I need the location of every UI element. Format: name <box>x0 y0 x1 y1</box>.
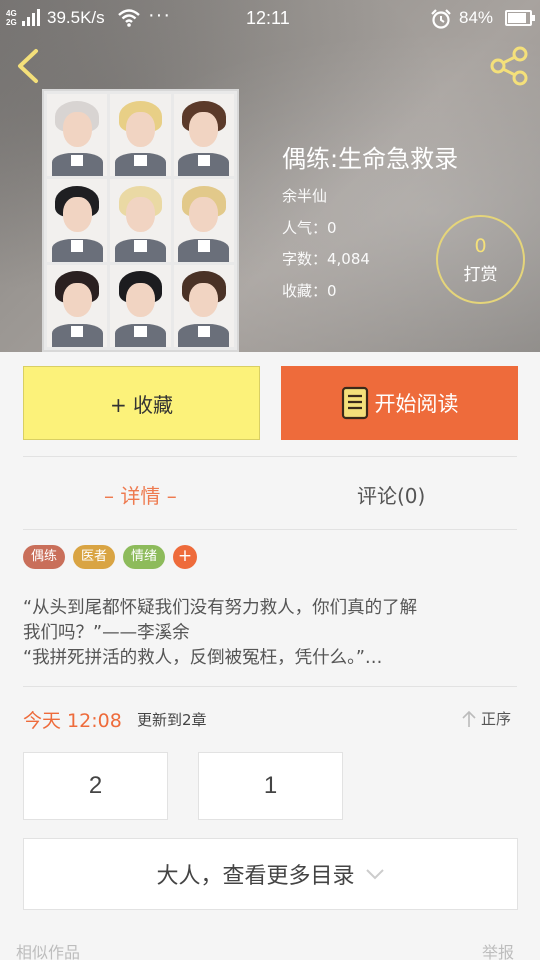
tag-item[interactable]: 偶练 <box>23 545 66 569</box>
sort-button[interactable]: 正序 <box>460 708 511 729</box>
cover-portrait <box>47 179 108 262</box>
clock: 12:11 <box>246 8 290 28</box>
signal-icon <box>22 9 40 26</box>
tag-item[interactable]: 情绪 <box>123 545 166 569</box>
divider <box>23 456 517 457</box>
start-reading-label: 开始阅读 <box>374 392 459 416</box>
alarm-icon <box>431 9 451 29</box>
tab-details[interactable]: – 详情 – <box>104 480 177 509</box>
report-link[interactable]: 举报 <box>482 939 514 960</box>
start-reading-button[interactable]: 开始阅读 <box>281 366 518 440</box>
sort-label: 正序 <box>481 710 512 728</box>
divider <box>23 529 517 530</box>
arrow-up-icon <box>462 710 476 727</box>
cover-portrait <box>110 94 171 177</box>
update-time: 今天 12:08 <box>23 710 122 732</box>
tip-button[interactable]: 0 打赏 <box>436 215 525 304</box>
tag-list: 偶练 医者 情绪 + <box>23 545 198 569</box>
network-indicator: 4G 2G <box>6 7 42 29</box>
book-title: 偶练:生命急救录 <box>282 145 459 173</box>
tag-item[interactable]: 医者 <box>73 545 116 569</box>
update-text: 更新到2章 <box>137 711 207 729</box>
book-word-count: 字数：4,084 <box>282 250 370 268</box>
book-cover[interactable] <box>42 89 239 352</box>
back-button[interactable] <box>12 46 48 86</box>
more-notifications: ··· <box>148 4 171 26</box>
description-line: “从头到尾都怀疑我们没有努力救人，你们真的了解 <box>23 598 418 618</box>
cover-portrait <box>173 94 234 177</box>
description-line: 我们吗？”——李溪余 <box>23 623 190 643</box>
tab-comments[interactable]: 评论(0) <box>357 480 425 509</box>
tip-count: 0 <box>474 235 487 257</box>
book-header: 4G 2G 39.5K/s ··· 12:11 84% 偶练:生命急救录 余半仙… <box>0 0 540 352</box>
add-favorite-button[interactable]: + 收藏 <box>23 366 260 440</box>
cover-portrait <box>47 94 108 177</box>
cover-portrait <box>110 179 171 262</box>
book-popularity: 人气：0 <box>282 219 337 237</box>
network-label-bottom: 2G <box>6 18 17 27</box>
wifi-icon <box>118 9 140 27</box>
cover-portrait <box>173 264 234 347</box>
tip-label: 打赏 <box>463 265 498 285</box>
book-icon <box>341 386 368 420</box>
description-line: “我拼死拼活的救人，反倒被冤枉，凭什么。”… <box>23 648 383 668</box>
share-button[interactable] <box>488 44 532 88</box>
status-bar: 4G 2G 39.5K/s ··· 12:11 84% <box>0 0 540 38</box>
cover-portrait <box>110 264 171 347</box>
book-author[interactable]: 余半仙 <box>282 185 327 206</box>
book-description[interactable]: “从头到尾都怀疑我们没有努力救人，你们真的了解 我们吗？”——李溪余 “我拼死拼… <box>23 596 518 671</box>
cover-portrait <box>47 264 108 347</box>
more-catalog-button[interactable]: 大人，查看更多目录 <box>23 838 518 910</box>
more-catalog-label: 大人，查看更多目录 <box>156 864 355 889</box>
add-tag-button[interactable]: + <box>173 545 198 569</box>
cover-portrait <box>173 179 234 262</box>
network-speed: 39.5K/s <box>47 8 105 27</box>
chapter-button[interactable]: 1 <box>198 752 343 820</box>
similar-works-heading: 相似作品 <box>16 943 81 960</box>
network-label-top: 4G <box>6 9 17 18</box>
divider <box>23 686 517 687</box>
chapter-button[interactable]: 2 <box>23 752 168 820</box>
chevron-down-icon <box>365 869 384 880</box>
battery-percent: 84% <box>459 8 494 27</box>
battery-icon <box>505 10 535 26</box>
book-favorites: 收藏：0 <box>282 282 337 300</box>
